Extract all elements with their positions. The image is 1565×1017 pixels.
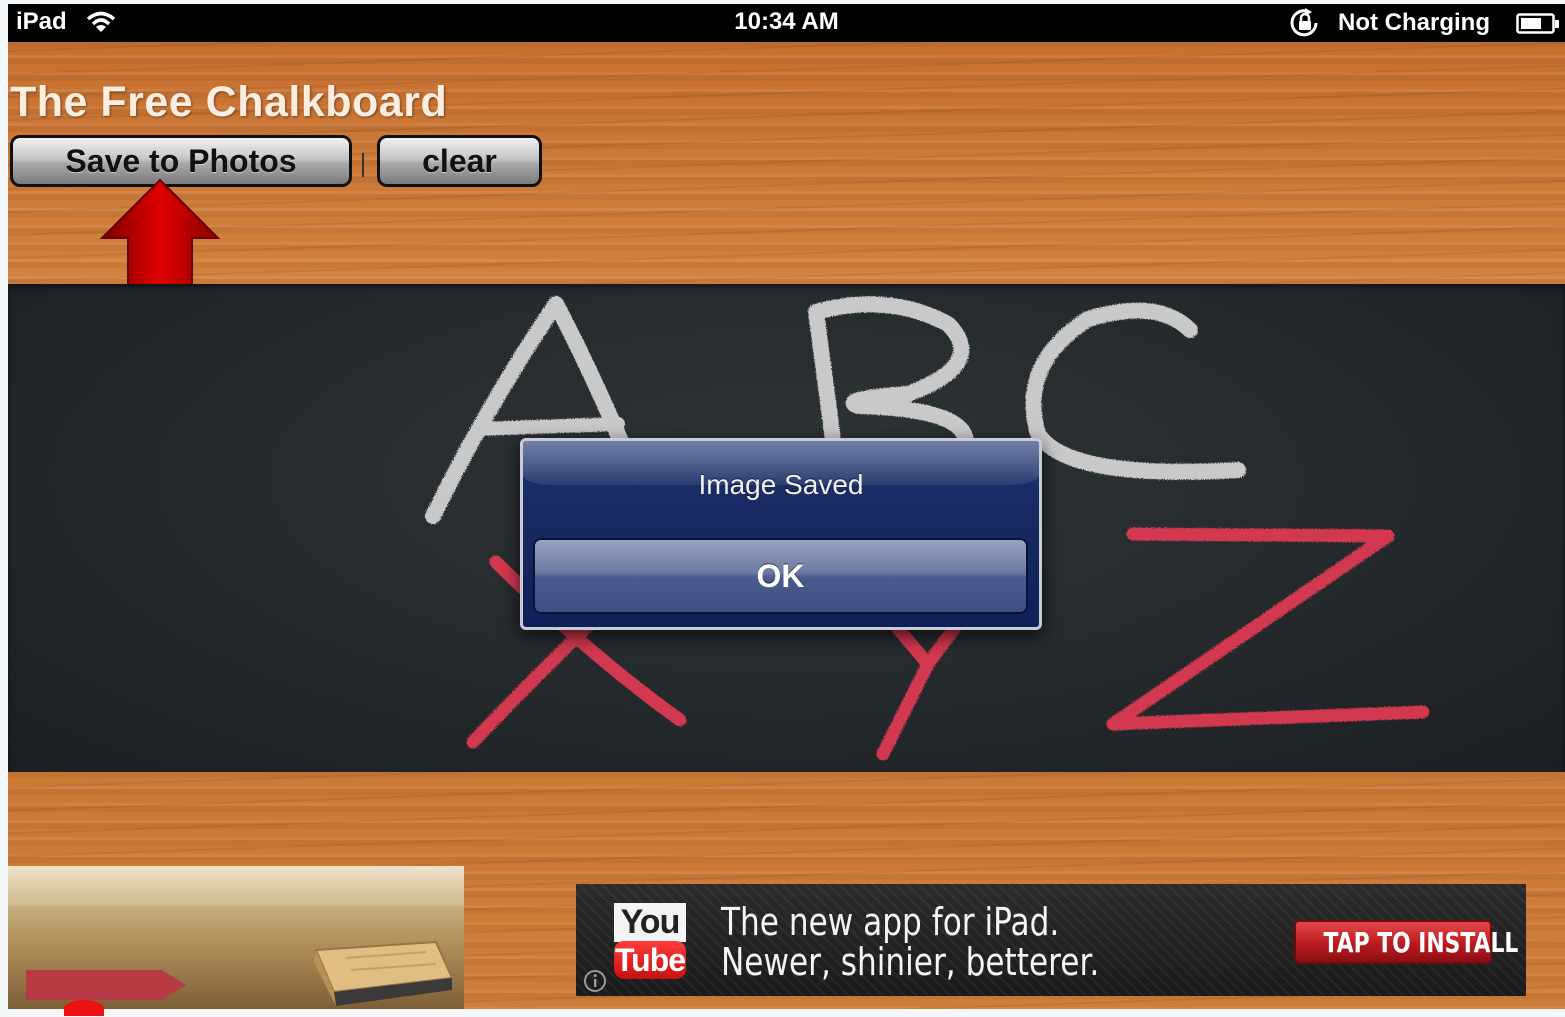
tap-to-install-label: TAP TO INSTALL <box>1323 925 1519 959</box>
chalk-tray <box>8 866 464 1009</box>
battery-icon <box>1516 13 1560 42</box>
status-bar: iPad 10:34 AM Not Charging <box>8 4 1565 42</box>
clear-button[interactable]: clear <box>377 135 542 187</box>
youtube-logo-you: You <box>614 903 686 942</box>
rotation-lock-icon <box>1288 8 1324 45</box>
app-title: The Free Chalkboard <box>10 78 448 126</box>
ipad-screen: iPad 10:34 AM Not Charging The Free Chal… <box>8 4 1565 1009</box>
battery-status-text: Not Charging <box>1338 9 1490 36</box>
eraser-icon[interactable] <box>296 940 456 1009</box>
chalk-letter-y-stem <box>876 657 935 761</box>
chalk-letter-x-2 <box>466 609 605 749</box>
youtube-logo: You Tube <box>604 901 696 981</box>
info-icon[interactable] <box>582 968 608 999</box>
chalk-letter-z <box>1106 527 1430 731</box>
ad-headline: The new app for iPad. <box>721 900 1060 944</box>
ad-banner[interactable]: You Tube The new app for iPad. Newer, sh… <box>576 884 1526 996</box>
youtube-logo-tube: Tube <box>614 941 686 979</box>
tap-to-install-button[interactable]: TAP TO INSTALL <box>1294 920 1518 964</box>
red-indicator-dot <box>64 1000 104 1016</box>
alert-title: Image Saved <box>698 469 864 500</box>
toolbar-divider <box>362 153 364 177</box>
chalk-letter-a-bar <box>471 417 625 436</box>
chalk-letter-c <box>1025 302 1246 480</box>
red-chalk-tool[interactable] <box>26 970 186 1000</box>
status-time: 10:34 AM <box>734 8 839 35</box>
alert-ok-button[interactable]: OK <box>533 538 1028 614</box>
ad-subline: Newer, shinier, betterer. <box>721 940 1100 984</box>
image-saved-alert: Image Saved OK <box>520 438 1042 630</box>
tray-ledge <box>8 866 464 906</box>
